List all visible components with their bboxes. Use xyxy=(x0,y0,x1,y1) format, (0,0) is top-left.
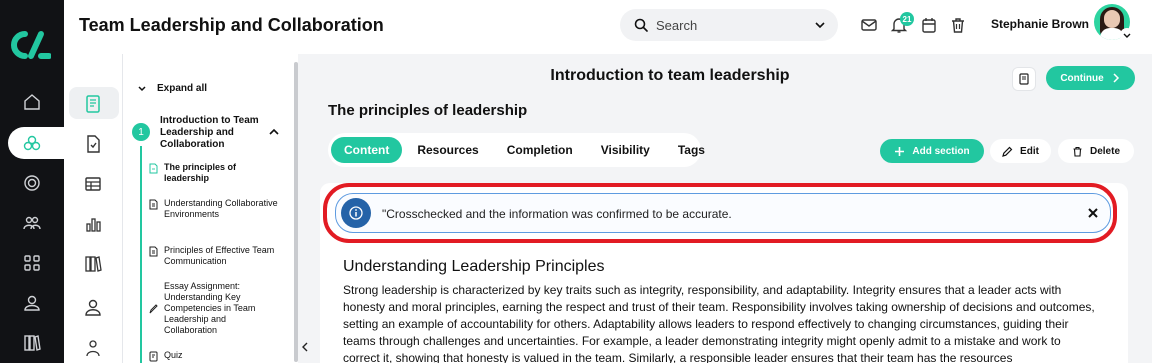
pencil-icon xyxy=(1002,146,1013,157)
chevron-down-icon[interactable] xyxy=(812,17,828,33)
course-tools-sidebar xyxy=(64,54,122,363)
content-tabs: Content Resources Completion Visibility … xyxy=(328,133,705,167)
lesson-title: Introduction to team leadership xyxy=(550,67,790,84)
tab-resources[interactable]: Resources xyxy=(404,137,491,163)
continue-label: Continue xyxy=(1060,72,1104,84)
document-icon xyxy=(149,246,158,257)
delete-label: Delete xyxy=(1089,145,1120,157)
continue-button[interactable]: Continue xyxy=(1046,66,1135,90)
chevron-down-icon xyxy=(138,85,146,91)
lesson-label: Essay Assignment: Understanding Key Comp… xyxy=(164,281,256,335)
close-icon[interactable] xyxy=(1086,206,1100,220)
edit-button[interactable]: Edit xyxy=(990,139,1051,163)
tab-content[interactable]: Content xyxy=(331,137,403,163)
pencil-icon xyxy=(149,304,158,314)
target-icon[interactable] xyxy=(16,167,48,199)
search-box[interactable]: Search xyxy=(620,9,838,41)
page-icon xyxy=(149,163,158,174)
avatar-menu-chevron-icon[interactable] xyxy=(1120,28,1134,42)
document-icon xyxy=(149,199,158,210)
chevron-right-icon xyxy=(1113,73,1119,83)
chevron-left-icon xyxy=(302,342,308,352)
search-input[interactable]: Search xyxy=(656,18,697,33)
mail-icon[interactable] xyxy=(860,16,878,34)
tab-tags[interactable]: Tags xyxy=(665,137,718,163)
trash-icon[interactable] xyxy=(949,16,967,34)
delete-button[interactable]: Delete xyxy=(1058,139,1134,163)
edit-label: Edit xyxy=(1020,145,1039,157)
library-icon[interactable] xyxy=(16,327,48,359)
book-icon[interactable] xyxy=(83,94,103,114)
lesson-label: The principles of leadership xyxy=(164,162,237,183)
lesson-label: Quiz xyxy=(164,350,183,360)
content-heading: Understanding Leadership Principles xyxy=(343,258,605,275)
lesson-item[interactable]: Principles of Effective Team Communicati… xyxy=(149,245,284,267)
lesson-item[interactable]: Essay Assignment: Understanding Key Comp… xyxy=(149,281,284,336)
user-icon[interactable] xyxy=(83,297,103,317)
library-icon[interactable] xyxy=(83,254,103,274)
top-header: Team Leadership and Collaboration Search… xyxy=(64,0,1152,54)
calendar-icon[interactable] xyxy=(920,16,938,34)
module-title[interactable]: Introduction to Team Leadership and Coll… xyxy=(160,115,260,151)
app-logo[interactable] xyxy=(11,30,51,60)
course-outline-panel: Expand all 1 Introduction to Team Leader… xyxy=(122,54,298,363)
users-icon[interactable] xyxy=(16,207,48,239)
module-number: 1 xyxy=(132,123,150,141)
tab-completion[interactable]: Completion xyxy=(494,137,586,163)
lesson-item[interactable]: Understanding Collaborative Environments xyxy=(149,198,284,220)
file-check-icon[interactable] xyxy=(83,134,103,154)
info-icon xyxy=(341,198,371,228)
notification-badge: 21 xyxy=(900,12,914,26)
info-alert: "Crosschecked and the information was co… xyxy=(335,193,1111,233)
home-icon[interactable] xyxy=(16,86,48,118)
tree-scrollbar[interactable] xyxy=(294,62,298,362)
quiz-icon xyxy=(149,351,158,362)
module-progress-line xyxy=(140,146,142,363)
tab-visibility[interactable]: Visibility xyxy=(588,137,663,163)
expand-all-button[interactable]: Expand all xyxy=(137,83,207,94)
notebook-icon xyxy=(1019,73,1029,85)
lesson-item[interactable]: Quiz xyxy=(149,350,284,362)
add-section-button[interactable]: Add section xyxy=(880,139,984,163)
app-rail xyxy=(0,0,72,363)
trash-icon xyxy=(1073,146,1082,157)
courses-icon[interactable] xyxy=(16,127,48,159)
expand-all-label: Expand all xyxy=(157,83,208,94)
group-icon[interactable] xyxy=(83,338,103,358)
add-section-label: Add section xyxy=(912,145,970,157)
lesson-label: Principles of Effective Team Communicati… xyxy=(164,245,275,266)
content-body: Strong leadership is characterized by ke… xyxy=(343,283,1095,363)
grid-icon[interactable] xyxy=(16,247,48,279)
lesson-item[interactable]: The principles of leadership xyxy=(149,162,284,184)
bar-chart-icon[interactable] xyxy=(83,214,103,234)
chevron-up-icon[interactable] xyxy=(268,126,280,138)
course-title: Team Leadership and Collaboration xyxy=(79,15,384,35)
profile-icon[interactable] xyxy=(16,287,48,319)
search-icon xyxy=(634,18,648,32)
user-name[interactable]: Stephanie Brown xyxy=(991,17,1089,31)
section-title: The principles of leadership xyxy=(328,102,528,119)
plus-icon xyxy=(895,146,905,156)
alert-message: "Crosschecked and the information was co… xyxy=(382,207,732,221)
lesson-label: Understanding Collaborative Environments xyxy=(164,198,278,219)
table-icon[interactable] xyxy=(83,174,103,194)
collapse-panel-button[interactable] xyxy=(298,335,312,359)
notes-button[interactable] xyxy=(1012,67,1036,91)
